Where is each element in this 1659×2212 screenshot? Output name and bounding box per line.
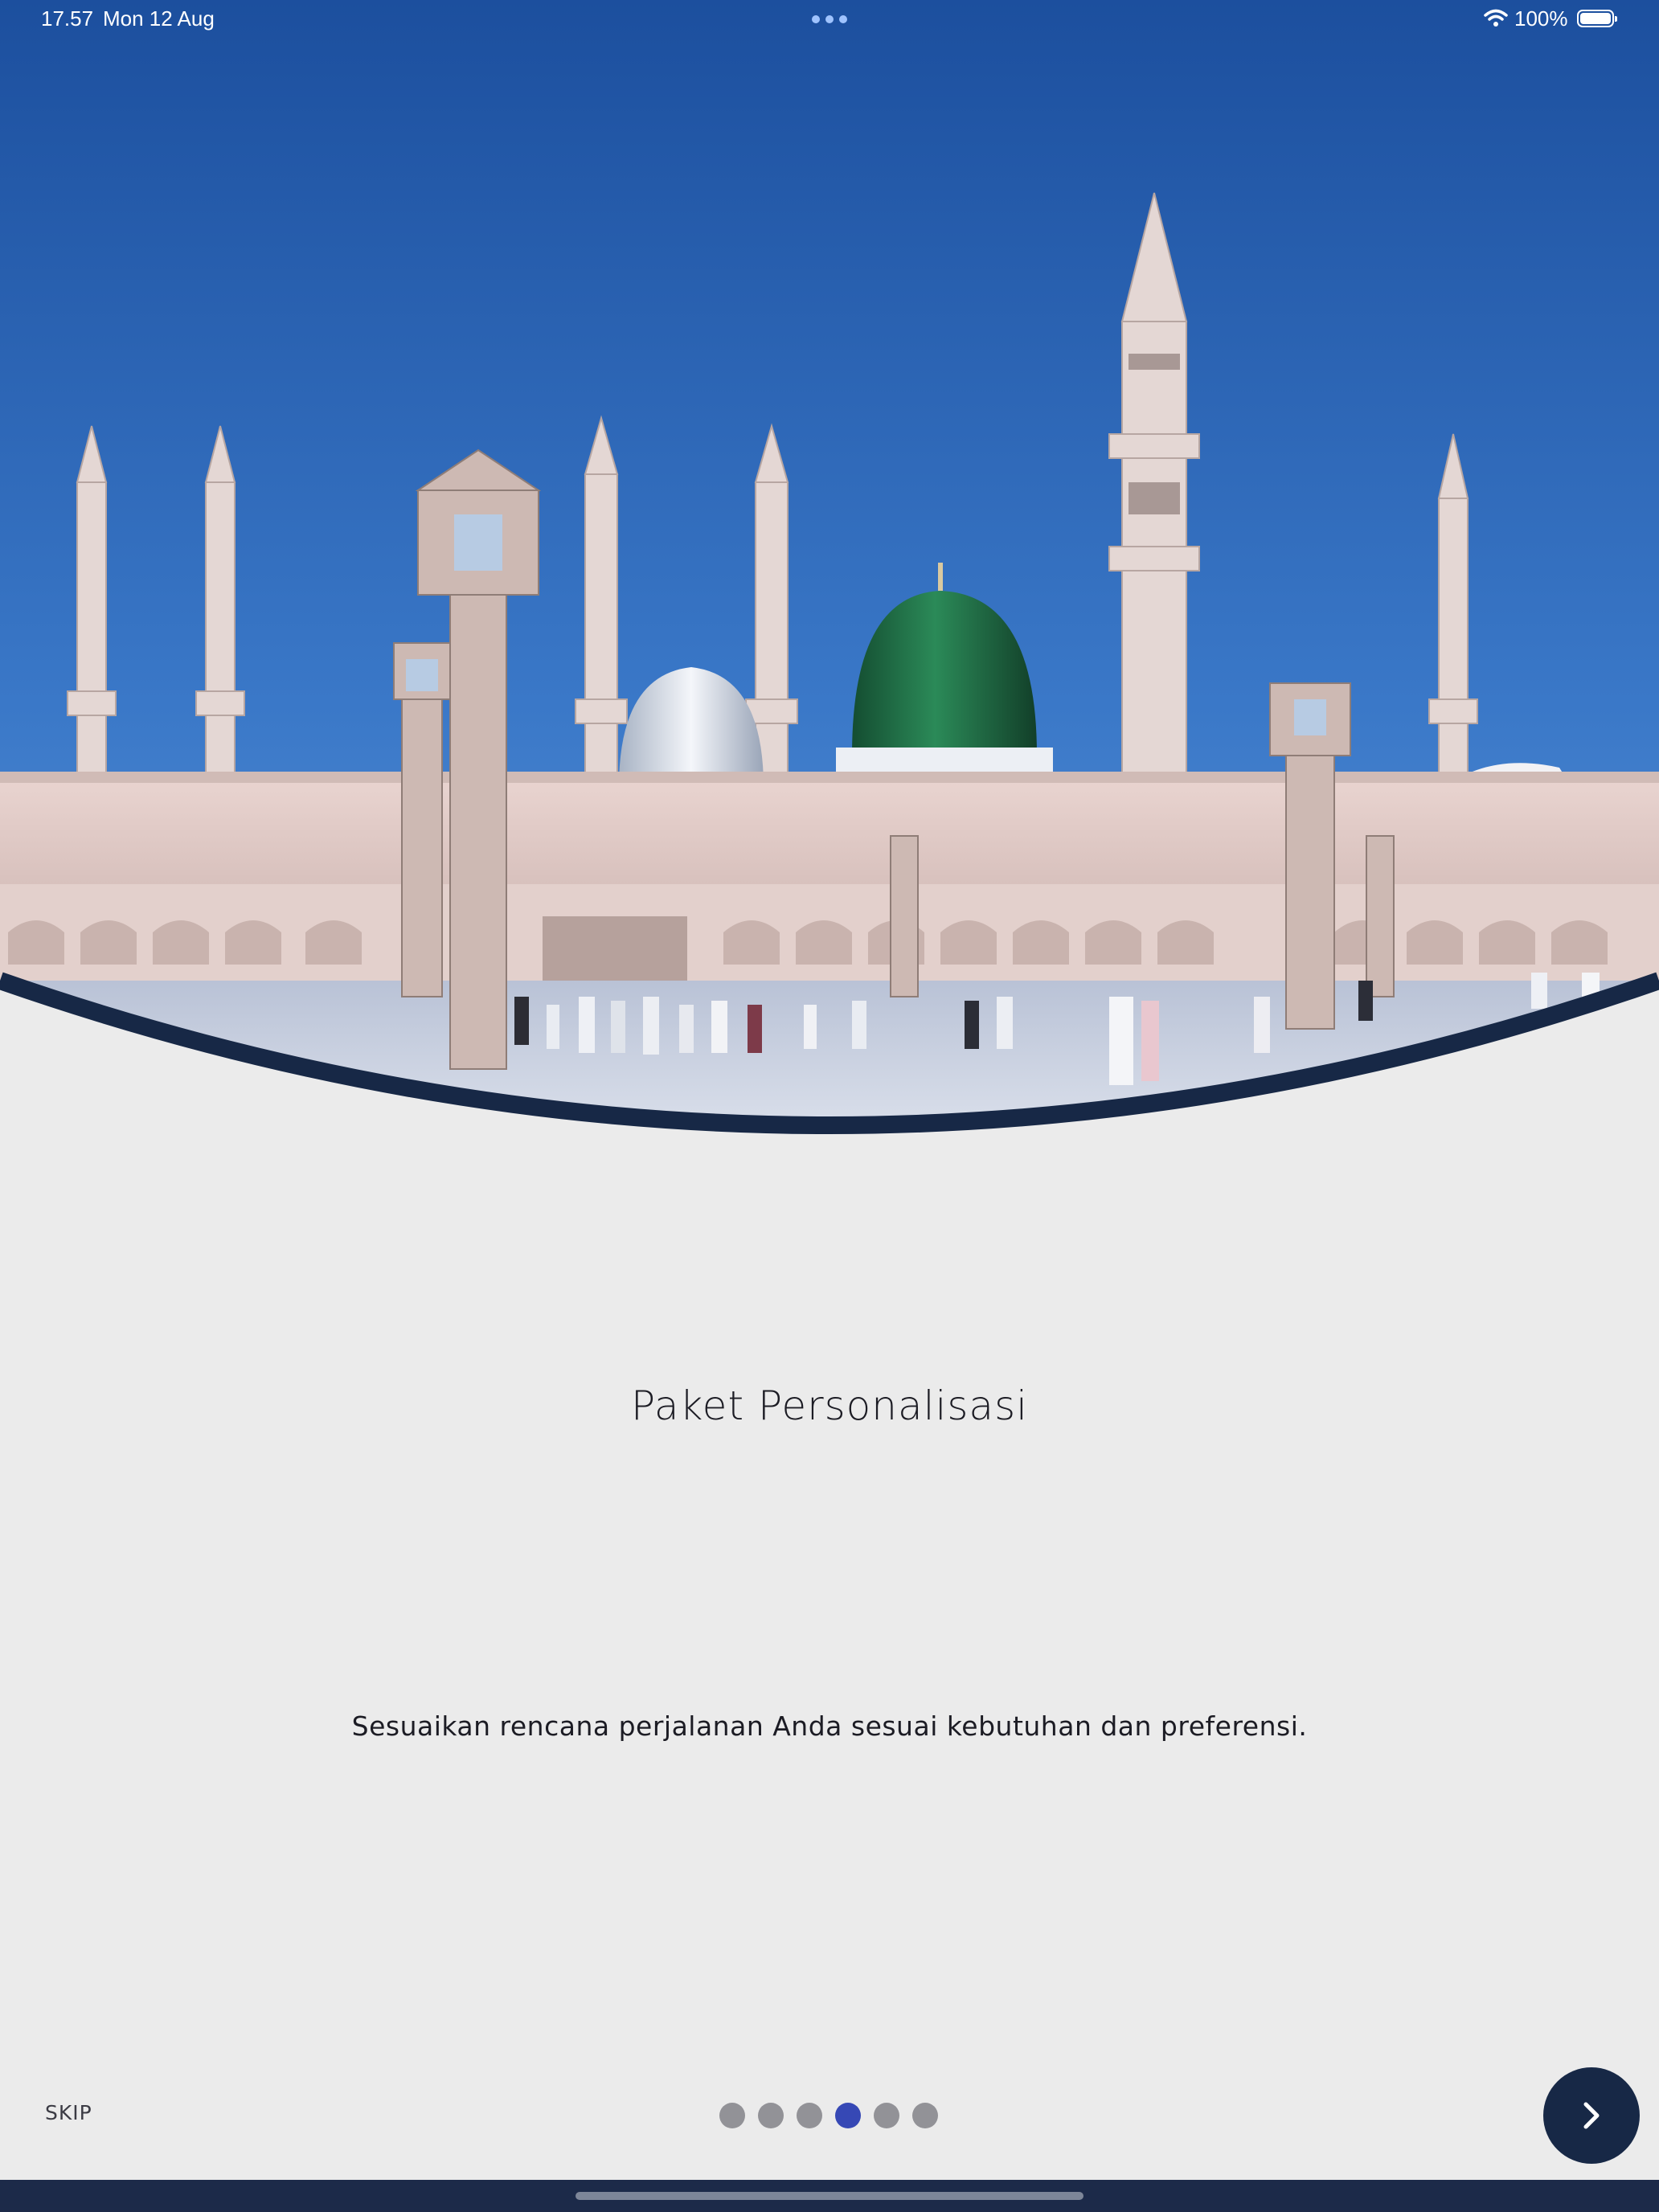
status-date: Mon 12 Aug	[103, 6, 215, 31]
page-dot-1[interactable]	[719, 2103, 745, 2128]
hero-image	[0, 0, 1659, 1174]
skip-button[interactable]: SKIP	[45, 2101, 92, 2124]
page-indicator	[719, 2103, 944, 2130]
status-bar: 17.57 Mon 12 Aug 100%	[0, 0, 1659, 39]
page-dot-6[interactable]	[912, 2103, 938, 2128]
next-button[interactable]	[1543, 2067, 1640, 2164]
multitasking-dots-icon[interactable]	[812, 15, 847, 23]
page-dot-5[interactable]	[874, 2103, 899, 2128]
chevron-right-icon	[1583, 2102, 1600, 2129]
battery-percentage: 100%	[1514, 6, 1568, 31]
onboarding-title: Paket Personalisasi	[630, 1382, 1029, 1429]
bottom-bar	[0, 2180, 1659, 2212]
home-indicator[interactable]	[576, 2192, 1083, 2200]
page-dot-4[interactable]	[835, 2103, 861, 2128]
wifi-icon	[1484, 9, 1508, 27]
battery-icon	[1577, 10, 1617, 27]
onboarding-description: Sesuaikan rencana perjalanan Anda sesuai…	[351, 1710, 1308, 1742]
status-time: 17.57	[41, 6, 94, 31]
page-dot-3[interactable]	[797, 2103, 822, 2128]
page-dot-2[interactable]	[758, 2103, 784, 2128]
